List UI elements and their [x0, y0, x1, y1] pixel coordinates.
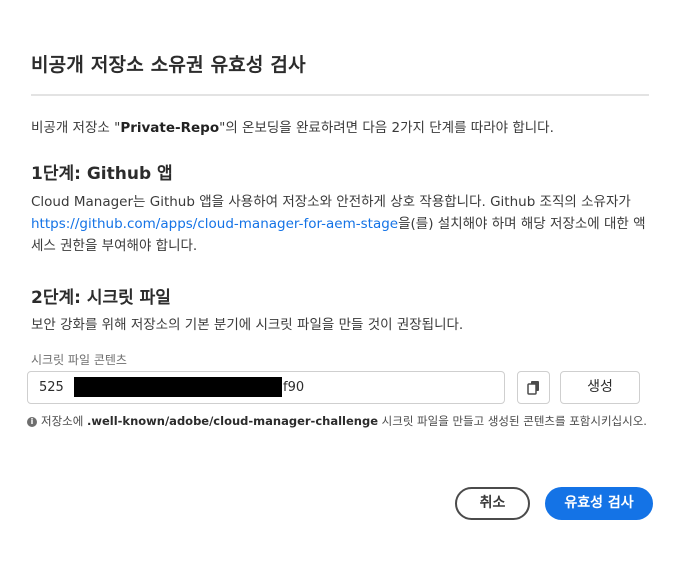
step1-heading: 1단계: Github 앱 [31, 164, 173, 184]
generate-button[interactable]: 생성 [560, 371, 640, 404]
hint-before: 저장소에 [41, 414, 87, 428]
copy-icon [527, 381, 539, 395]
step2-heading: 2단계: 시크릿 파일 [31, 288, 171, 308]
hint-path: .well-known/adobe/cloud-manager-challeng… [86, 414, 378, 428]
secret-prefix: 525 [39, 380, 64, 395]
intro-after: "의 온보딩을 완료하려면 다음 2가지 단계를 따라야 합니다. [219, 120, 554, 136]
step2-text: 보안 강화를 위해 저장소의 기본 분기에 시크릿 파일을 만들 것이 권장됩니… [31, 317, 464, 333]
secret-content-field[interactable]: 525 f90 [27, 371, 505, 404]
github-app-link[interactable]: https://github.com/apps/cloud-manager-fo… [31, 216, 398, 232]
secret-redaction [74, 377, 282, 397]
intro-before: 비공개 저장소 " [31, 120, 121, 136]
secret-hint: i 저장소에 .well-known/adobe/cloud-manager-ch… [27, 413, 647, 429]
cancel-button[interactable]: 취소 [455, 487, 530, 520]
hint-after: 시크릿 파일을 만들고 생성된 콘텐츠를 포함시키십시오. [378, 414, 647, 428]
secret-suffix: f90 [283, 380, 305, 395]
dialog-title: 비공개 저장소 소유권 유효성 검사 [31, 54, 306, 76]
intro-text: 비공개 저장소 "Private-Repo"의 온보딩을 완료하려면 다음 2가… [31, 116, 554, 136]
step1-text-before: Cloud Manager는 Github 앱을 사용하여 저장소와 안전하게 … [31, 194, 631, 210]
secret-field-label: 시크릿 파일 콘텐츠 [31, 353, 127, 367]
validate-button[interactable]: 유효성 검사 [545, 487, 653, 520]
ownership-validation-dialog: 비공개 저장소 소유권 유효성 검사 비공개 저장소 "Private-Repo… [0, 0, 676, 562]
info-icon: i [27, 417, 37, 427]
title-divider [31, 94, 649, 96]
step1-text: Cloud Manager는 Github 앱을 사용하여 저장소와 안전하게 … [31, 191, 649, 257]
copy-button[interactable] [517, 371, 550, 404]
repo-name: Private-Repo [120, 120, 220, 136]
